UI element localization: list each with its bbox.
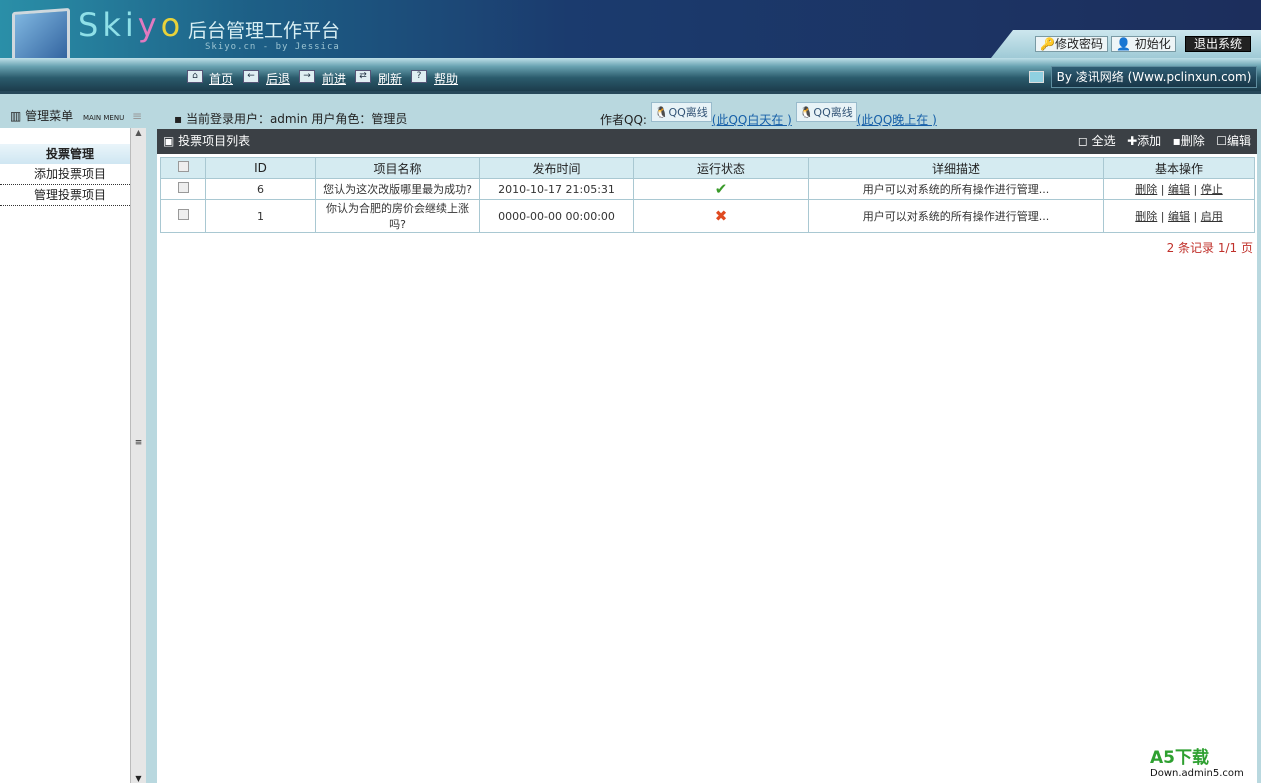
sidebar-item-manage-vote[interactable]: 管理投票项目 — [0, 185, 130, 206]
main-panel: ▣ 投票项目列表 ◻ 全选 ✚添加 ▪删除 ☐编辑 ID 项目名称 发布时间 运… — [157, 129, 1257, 783]
collapse-icon[interactable]: ≡ — [132, 109, 142, 123]
qq-status-badge[interactable]: 🐧QQ离线 — [795, 102, 857, 122]
sidebar-scrollbar[interactable]: ▲ ≡ ▼ — [130, 128, 146, 783]
forward-icon[interactable]: → — [299, 70, 315, 83]
status-off-icon: ✖ — [633, 199, 809, 233]
header: Skiyo 后台管理工作平台 Skiyo.cn - by Jessica 🔑修改… — [0, 0, 1261, 75]
sidebar-header: ▥ 管理菜单 MAIN MENU ≡ — [10, 109, 143, 123]
logout-button[interactable]: 退出系统 — [1185, 36, 1252, 52]
delete-link[interactable]: 删除 — [1135, 183, 1157, 196]
nav-home[interactable]: 首页 — [209, 70, 233, 87]
watermark: A5下载 Down.admin5.com — [1150, 748, 1244, 780]
table-row: 6 您认为这次改版哪里最为成功? 2010-10-17 21:05:31 ✔ 用… — [160, 178, 1255, 200]
app-subtitle: Skiyo.cn - by Jessica — [205, 42, 340, 52]
qq-status-badge[interactable]: 🐧QQ离线 — [650, 102, 712, 122]
nav-bar: ⌂ 首页 ← 后退 → 前进 ⇄ 刷新 ? 帮助 By 凌讯网络 (Www.pclinxu… — [0, 58, 1261, 94]
nav-back[interactable]: 后退 — [266, 70, 290, 87]
screen-icon — [1029, 71, 1044, 83]
vote-table: ID 项目名称 发布时间 运行状态 详细描述 基本操作 6 您认为这次改版哪里最… — [160, 157, 1255, 233]
app-title: 后台管理工作平台 — [188, 20, 341, 42]
edit-link[interactable]: 编辑 — [1168, 210, 1190, 223]
enable-link[interactable]: 启用 — [1201, 210, 1223, 223]
table-row: 1 你认为合肥的房价会继续上涨吗? 0000-00-00 00:00:00 ✖ … — [160, 199, 1255, 233]
delete-button[interactable]: ▪删除 — [1173, 134, 1205, 148]
row-checkbox[interactable] — [177, 182, 189, 193]
list-icon: ▣ — [163, 134, 175, 148]
init-button[interactable]: 👤 初始化 — [1111, 36, 1176, 52]
nav-refresh[interactable]: 刷新 — [378, 70, 402, 87]
qq-link-day[interactable]: (此QQ白天在 ) — [712, 113, 792, 127]
panel-title-bar: ▣ 投票项目列表 ◻ 全选 ✚添加 ▪删除 ☐编辑 — [157, 129, 1257, 154]
author-qq: 作者QQ: 🐧QQ离线(此QQ白天在 ) 🐧QQ离线(此QQ晚上在 ) — [600, 102, 937, 127]
status-on-icon: ✔ — [633, 178, 809, 200]
home-icon[interactable]: ⌂ — [187, 70, 203, 83]
back-icon[interactable]: ← — [243, 70, 259, 83]
logo: Skiyo — [78, 6, 185, 44]
by-link[interactable]: By 凌讯网络 (Www.pclinxun.com) — [1051, 66, 1257, 88]
sidebar-group[interactable]: 投票管理 — [0, 144, 130, 164]
nav-forward[interactable]: 前进 — [322, 70, 346, 87]
edit-link[interactable]: 编辑 — [1168, 183, 1190, 196]
edit-button[interactable]: ☐编辑 — [1216, 134, 1251, 148]
help-icon[interactable]: ? — [411, 70, 427, 83]
sidebar: 投票管理 添加投票项目 管理投票项目 — [0, 128, 130, 783]
select-all-checkbox[interactable] — [177, 161, 189, 172]
select-all-button[interactable]: ◻ 全选 — [1078, 134, 1116, 148]
stop-link[interactable]: 停止 — [1201, 183, 1223, 196]
nav-help[interactable]: 帮助 — [434, 70, 458, 87]
user-info: ▪ 当前登录用户：admin 用户角色：管理员 — [174, 112, 408, 126]
menu-icon: ▥ — [10, 109, 22, 123]
qq-link-night[interactable]: (此QQ晚上在 ) — [857, 113, 937, 127]
refresh-icon[interactable]: ⇄ — [355, 70, 371, 83]
pager: 2 条记录 1/1 页 — [1166, 241, 1253, 255]
delete-link[interactable]: 删除 — [1135, 210, 1157, 223]
change-password-button[interactable]: 🔑修改密码 — [1035, 36, 1108, 52]
sidebar-item-add-vote[interactable]: 添加投票项目 — [0, 164, 130, 185]
add-button[interactable]: ✚添加 — [1127, 134, 1161, 148]
row-checkbox[interactable] — [177, 209, 189, 220]
